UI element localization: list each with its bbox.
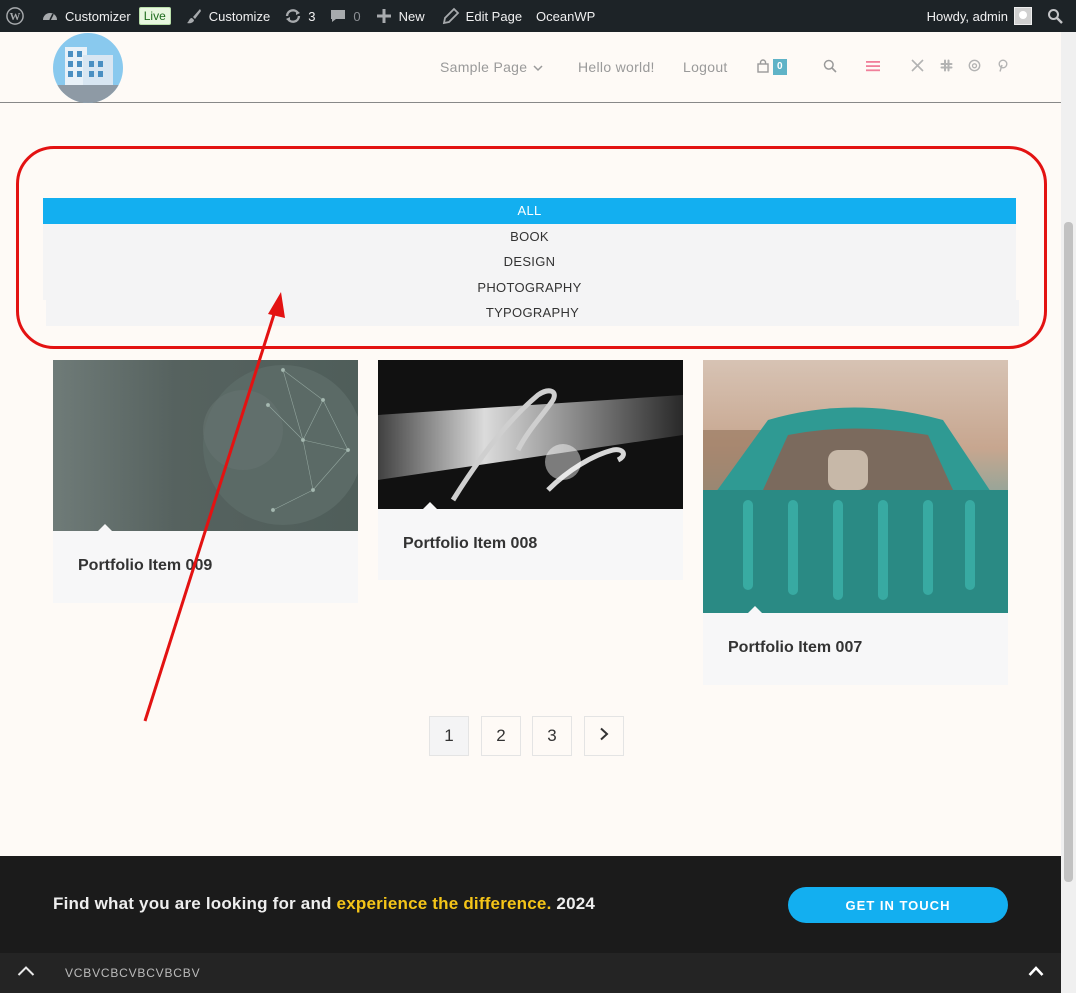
slack-icon xyxy=(940,59,953,75)
dashboard-icon xyxy=(41,7,59,25)
edit-page-label: Edit Page xyxy=(465,8,523,24)
filter-photography[interactable]: PHOTOGRAPHY xyxy=(43,274,1016,300)
avatar xyxy=(1014,7,1032,25)
card-notch xyxy=(423,502,437,509)
updates-count: 3 xyxy=(308,8,316,24)
portfolio-image[interactable] xyxy=(53,360,358,531)
cart-count-badge: 0 xyxy=(773,59,787,75)
nav-item-sample-page[interactable]: Sample Page xyxy=(440,59,527,75)
chevron-right-icon xyxy=(598,726,610,746)
scroll-to-top-icon[interactable] xyxy=(1028,965,1044,980)
comments-button[interactable]: 0 xyxy=(322,0,367,32)
get-in-touch-button[interactable]: GET IN TOUCH xyxy=(788,887,1008,923)
shopping-bag-icon xyxy=(756,58,770,76)
howdy-label: Howdy, admin xyxy=(926,8,1008,24)
my-account-menu[interactable]: Howdy, admin xyxy=(920,0,1039,32)
nav-logout: Logout xyxy=(683,32,728,102)
portfolio-title[interactable]: Portfolio Item 009 xyxy=(78,557,212,575)
nav-item-logout[interactable]: Logout xyxy=(683,59,728,75)
wordpress-icon: W xyxy=(6,7,24,25)
filter-all[interactable]: ALL xyxy=(43,198,1016,224)
hamburger-menu-button[interactable] xyxy=(866,32,880,102)
pencil-icon xyxy=(442,7,460,25)
filter-design[interactable]: DESIGN xyxy=(43,249,1016,275)
footer-text-end: 2024 xyxy=(551,894,596,913)
filter-book[interactable]: BOOK xyxy=(43,223,1016,249)
chevron-down-icon xyxy=(533,59,543,75)
pinterest-icon xyxy=(996,59,1009,75)
customizer-label: Customizer xyxy=(65,8,131,24)
social-x-link[interactable] xyxy=(911,32,924,102)
portfolio-image[interactable] xyxy=(378,360,683,509)
new-label: New xyxy=(398,8,425,24)
portfolio-card[interactable]: Portfolio Item 008 xyxy=(378,360,683,580)
pagination-page-3[interactable]: 3 xyxy=(532,716,572,756)
footer-tagline: Find what you are looking for and experi… xyxy=(53,894,595,914)
footer-callout: Find what you are looking for and experi… xyxy=(0,856,1061,953)
live-badge: Live xyxy=(138,7,171,25)
scrollbar-thumb[interactable] xyxy=(1064,222,1073,882)
pagination-page-2[interactable]: 2 xyxy=(481,716,521,756)
site-name-label: OceanWP xyxy=(536,8,596,24)
portfolio-card[interactable]: Portfolio Item 007 xyxy=(703,360,1008,685)
portfolio-title[interactable]: Portfolio Item 007 xyxy=(728,639,862,657)
page-scrollbar[interactable] xyxy=(1061,32,1076,993)
x-icon xyxy=(911,59,924,75)
portfolio-card[interactable]: Portfolio Item 009 xyxy=(53,360,358,603)
customize-button[interactable]: Customize xyxy=(178,0,277,32)
scroll-up-left-icon[interactable] xyxy=(17,965,35,980)
search-icon xyxy=(823,59,837,76)
site-name-link[interactable]: OceanWP xyxy=(529,0,602,32)
admin-bar-right: Howdy, admin xyxy=(920,0,1076,32)
search-icon xyxy=(1046,7,1064,25)
nav-item-hello-world[interactable]: Hello world! xyxy=(578,59,655,75)
cart-link[interactable]: 0 xyxy=(756,32,787,102)
hamburger-icon xyxy=(866,59,880,75)
header-search-button[interactable] xyxy=(823,32,837,102)
card-notch xyxy=(98,524,112,531)
admin-bar: W Customizer Live Customize 3 0 New Edit… xyxy=(0,0,1076,32)
customize-label: Customize xyxy=(208,8,271,24)
footer-text-start: Find what you are looking for and xyxy=(53,894,337,913)
footer-text-highlight: experience the difference. xyxy=(336,894,552,913)
comment-icon xyxy=(329,7,347,25)
paintbrush-icon xyxy=(185,7,203,25)
card-notch xyxy=(748,606,762,613)
new-content-button[interactable]: New xyxy=(368,0,432,32)
admin-search-button[interactable] xyxy=(1039,0,1076,32)
updates-button[interactable]: 3 xyxy=(277,0,322,32)
social-threads-link[interactable] xyxy=(968,32,981,102)
portfolio-filter: ALL BOOK DESIGN PHOTOGRAPHY TYPOGRAPHY xyxy=(43,198,1019,326)
footer-bottom-bar: VCBVCBCVBCVBCBV xyxy=(0,953,1076,993)
site-logo[interactable] xyxy=(53,33,123,103)
nav-hello: Hello world! xyxy=(578,32,655,102)
main-nav: Sample Page xyxy=(440,32,543,102)
portfolio-title[interactable]: Portfolio Item 008 xyxy=(403,535,537,553)
pagination-next-button[interactable] xyxy=(584,716,624,756)
social-pinterest-link[interactable] xyxy=(996,32,1009,102)
filter-typography[interactable]: TYPOGRAPHY xyxy=(46,300,1019,326)
social-slack-link[interactable] xyxy=(940,32,953,102)
site-header: Sample Page Hello world! Logout 0 xyxy=(0,32,1061,103)
edit-page-button[interactable]: Edit Page xyxy=(432,0,529,32)
comments-count: 0 xyxy=(353,8,361,24)
copyright-text: VCBVCBCVBCVBCBV xyxy=(65,966,201,980)
threads-icon xyxy=(968,59,981,75)
wordpress-logo-button[interactable]: W xyxy=(0,0,31,32)
pagination-page-1[interactable]: 1 xyxy=(429,716,469,756)
updates-icon xyxy=(284,7,302,25)
svg-text:W: W xyxy=(10,11,21,23)
plus-icon xyxy=(375,7,393,25)
portfolio-image[interactable] xyxy=(703,360,1008,613)
customizer-menu[interactable]: Customizer Live xyxy=(31,0,178,32)
